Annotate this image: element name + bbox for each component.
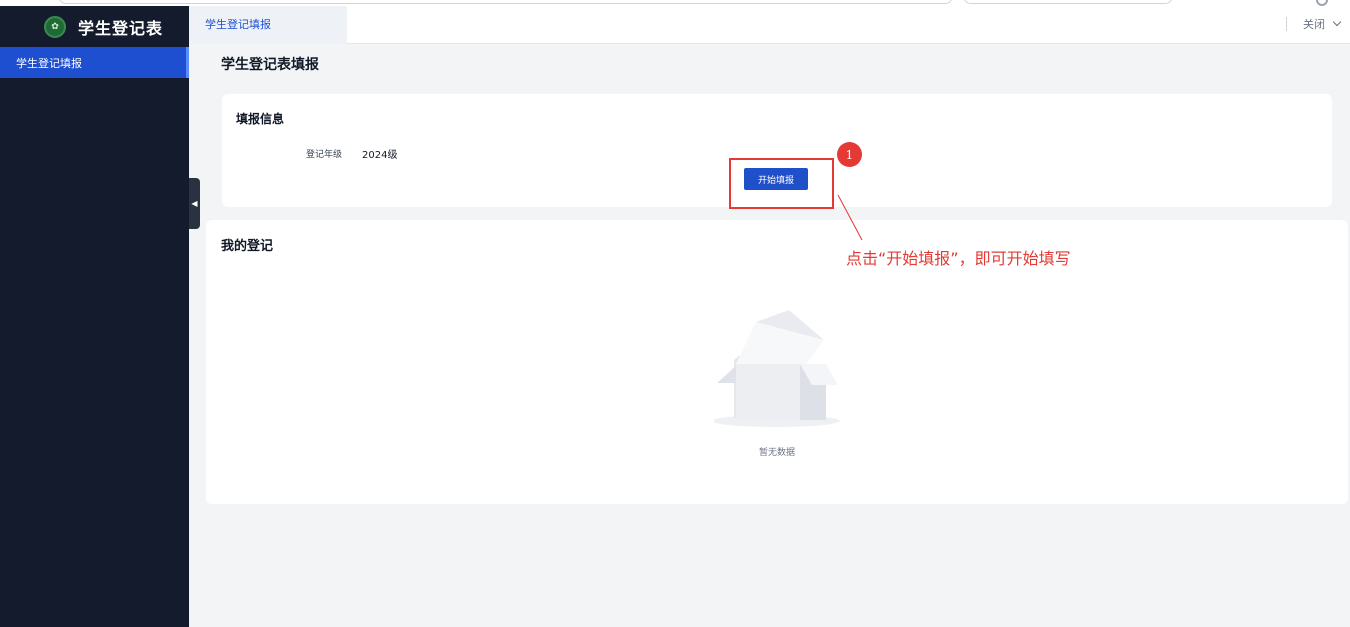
tutorial-annotation-text: 点击“开始填报”，即可开始填写 bbox=[846, 249, 1071, 268]
annotation-pointer-line bbox=[837, 194, 863, 241]
